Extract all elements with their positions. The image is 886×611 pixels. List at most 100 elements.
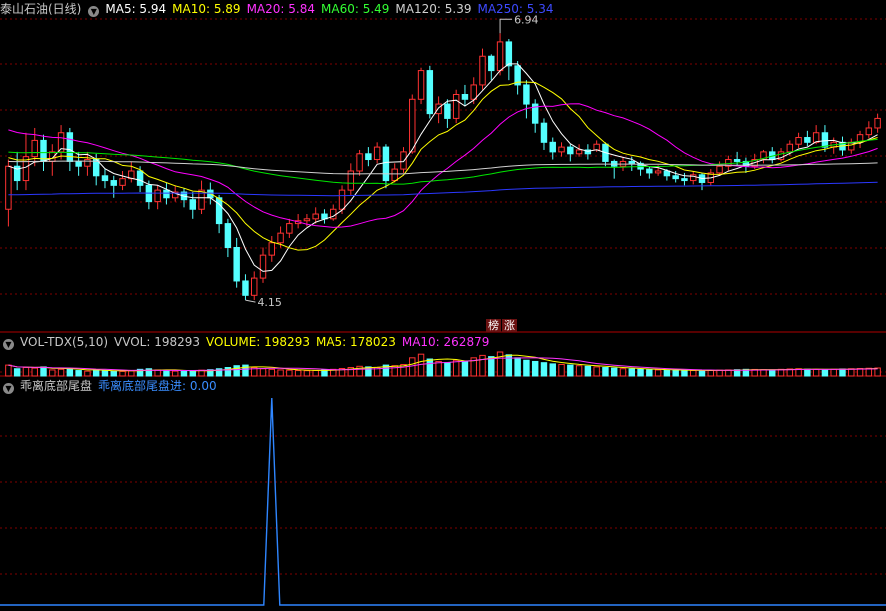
volume-bar <box>690 370 697 377</box>
candle-body <box>444 103 451 119</box>
volume-bar <box>189 370 196 377</box>
candle-body <box>92 159 100 177</box>
volume-bar <box>804 368 811 377</box>
ma5-label: MA5: 5.94 <box>105 2 167 16</box>
indicator-name[interactable]: 乖离底部尾盘 <box>20 379 92 393</box>
indicator-pane-header: ▼ 乖离底部尾盘 乖离底部尾盘进: 0.00 <box>0 378 223 394</box>
candle-body <box>373 146 381 161</box>
candle-body <box>312 213 319 220</box>
candle-body <box>259 254 267 279</box>
chevron-down-icon[interactable]: ▼ <box>88 6 100 17</box>
volume-bar <box>830 368 837 377</box>
volume-bar <box>452 359 460 377</box>
volume-bar <box>628 368 635 377</box>
volume-bar <box>303 370 311 377</box>
candle-body <box>452 94 460 119</box>
volume-bar <box>672 369 679 377</box>
candle-body <box>795 137 802 145</box>
candle-body <box>681 178 688 182</box>
volume-bar <box>821 369 829 377</box>
grid-lines <box>0 18 886 575</box>
low-price-label: 4.15 <box>257 296 282 309</box>
candle-body <box>496 41 504 72</box>
candle-body <box>400 151 407 170</box>
volume-bar <box>602 367 609 377</box>
candle-body <box>672 175 679 180</box>
candle-body <box>874 117 881 129</box>
ma250-label: MA250: 5.34 <box>477 2 554 16</box>
candle-body <box>470 84 477 100</box>
volume-bar <box>31 367 38 377</box>
volume-bar <box>128 370 135 377</box>
candle-body <box>479 55 486 86</box>
stock-chart-canvas[interactable]: 6.94 4.15 <box>0 0 886 611</box>
candle-body <box>654 170 662 174</box>
volume-bar <box>523 359 530 377</box>
volume-bar <box>75 370 82 377</box>
candle-body <box>663 170 671 177</box>
candle-body <box>567 146 574 155</box>
volume-bar <box>584 365 592 377</box>
candle-body <box>31 139 38 158</box>
chevron-down-icon[interactable]: ▼ <box>3 339 14 350</box>
volume-bar <box>479 354 486 377</box>
candle-body <box>382 146 390 182</box>
candle-body <box>268 242 276 256</box>
vol-ma5-label: MA5: 178023 <box>315 335 396 349</box>
chevron-down-icon[interactable]: ▼ <box>3 383 14 394</box>
candle-body <box>628 160 635 164</box>
volume-bar <box>848 368 855 377</box>
candle-body <box>812 132 820 143</box>
volume-bar <box>707 369 715 377</box>
badge-bang[interactable]: 榜 <box>486 319 501 332</box>
volume-bar <box>49 369 56 377</box>
candle-body <box>417 70 425 100</box>
candle-body <box>646 168 653 174</box>
candle-body <box>804 137 811 143</box>
volume-bar <box>409 357 416 377</box>
volume-bar <box>575 365 583 377</box>
volume-bar <box>646 369 653 377</box>
candle-body <box>110 180 117 186</box>
volume-bar <box>496 351 504 377</box>
candle-body <box>540 122 548 143</box>
volume-bar <box>663 369 671 377</box>
vol-indicator-name[interactable]: VOL-TDX(5,10) <box>20 335 108 349</box>
volume-bar <box>22 367 30 377</box>
candle-body <box>277 232 284 244</box>
candle-body <box>549 141 556 153</box>
candle-body <box>5 165 12 210</box>
candle-body <box>101 175 109 182</box>
stock-title[interactable]: 泰山石油(日线) <box>0 2 81 16</box>
ma10-label: MA10: 5.89 <box>172 2 241 16</box>
candle-body <box>242 280 249 296</box>
candlestick-pane[interactable] <box>5 18 881 303</box>
candle-body <box>189 199 196 210</box>
volume-bar <box>549 363 556 377</box>
ma5-line <box>8 63 878 272</box>
volume-bar <box>180 370 188 377</box>
ma120-label: MA120: 5.39 <box>395 2 472 16</box>
candle-body <box>119 178 126 186</box>
indicator-line <box>0 397 886 606</box>
ma20-label: MA20: 5.84 <box>246 2 315 16</box>
candle-body <box>338 189 346 210</box>
volume-bar <box>531 360 539 377</box>
candle-body <box>163 189 170 199</box>
volume-bar <box>57 368 65 377</box>
candle-body <box>426 70 434 115</box>
volume-bar <box>171 370 179 377</box>
indicator-pane[interactable] <box>0 397 886 606</box>
volume-bar <box>540 362 548 377</box>
candle-body <box>286 223 293 234</box>
candle-body <box>821 132 829 148</box>
candle-body <box>75 160 82 167</box>
volume-label: VOLUME: 198293 <box>206 335 310 349</box>
volume-bar <box>839 368 846 377</box>
volume-bar <box>637 368 644 377</box>
volume-bar <box>277 369 284 377</box>
candle-body <box>391 168 398 182</box>
candle-body <box>40 139 47 162</box>
badge-zhang[interactable]: 涨 <box>502 319 517 332</box>
candle-body <box>786 143 794 153</box>
